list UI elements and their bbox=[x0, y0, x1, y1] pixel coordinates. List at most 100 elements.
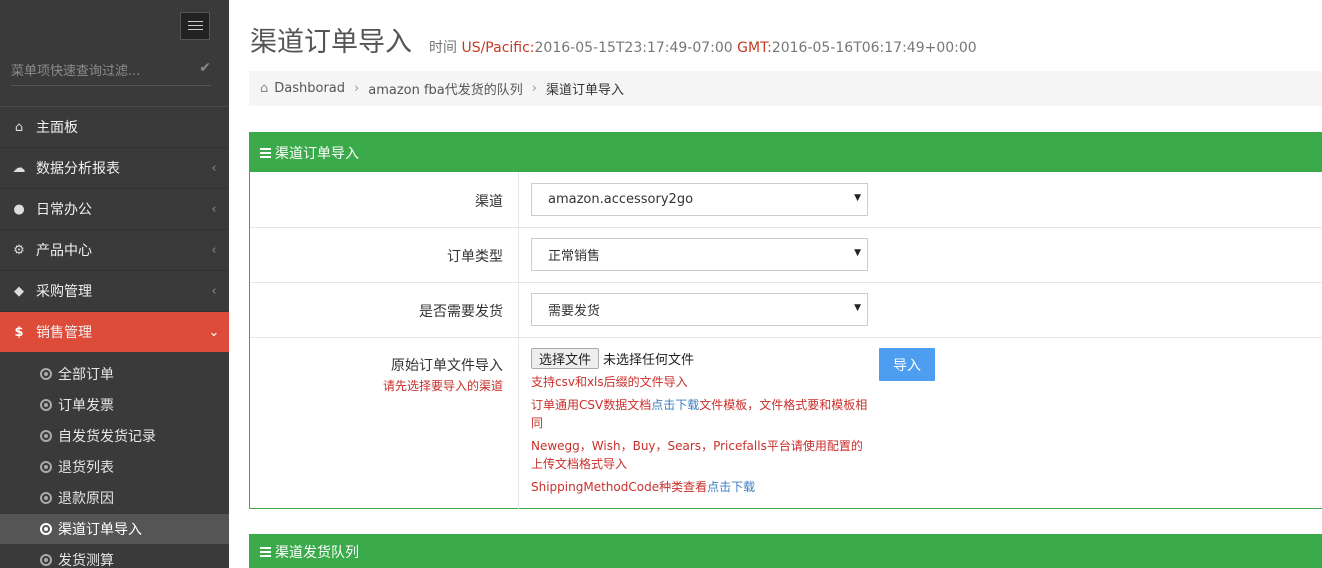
bars-icon bbox=[260, 545, 271, 559]
menu-filter: ✔ bbox=[11, 58, 211, 86]
circle-dot-icon bbox=[40, 492, 52, 504]
file-row: 原始订单文件导入 请先选择要导入的渠道 选择文件 未选择任何文件 导入 支持cs… bbox=[250, 338, 1322, 509]
breadcrumb-home-link[interactable]: Dashborad bbox=[274, 81, 345, 96]
file-label: 原始订单文件导入 bbox=[391, 358, 503, 374]
sidebar-subitem-label: 渠道订单导入 bbox=[58, 522, 142, 538]
chevron-left-icon: ‹ bbox=[211, 242, 217, 258]
sidebar-item-label: 主面板 bbox=[36, 120, 78, 136]
sidebar-item-dashboard[interactable]: ⌂ 主面板 bbox=[0, 107, 229, 148]
sidebar-item-sales[interactable]: $ 销售管理 ⌄ bbox=[0, 312, 229, 352]
sidebar-subitem-shipping-estimate[interactable]: 发货测算 bbox=[0, 545, 229, 568]
chevron-left-icon: ‹ bbox=[211, 283, 217, 299]
sidebar-item-label: 产品中心 bbox=[36, 243, 92, 259]
import-panel-header: 渠道订单导入 bbox=[250, 133, 1322, 172]
import-button[interactable]: 导入 bbox=[879, 348, 935, 381]
download-shipping-code-link[interactable]: 点击下载 bbox=[707, 480, 755, 494]
queue-panel: 渠道发货队列 bbox=[249, 534, 1322, 568]
file-status: 未选择任何文件 bbox=[603, 353, 695, 368]
import-panel-title: 渠道订单导入 bbox=[275, 145, 359, 162]
label-column: 订单类型 bbox=[250, 228, 519, 282]
home-icon: ⌂ bbox=[14, 119, 24, 135]
caret-down-icon: ▼ bbox=[854, 193, 861, 203]
sidebar-subitem-label: 订单发票 bbox=[58, 398, 114, 414]
chevron-left-icon: ‹ bbox=[211, 201, 217, 217]
hint-csv-text: 订单通用CSV数据文档 bbox=[531, 398, 652, 412]
file-sublabel: 请先选择要导入的渠道 bbox=[382, 379, 503, 393]
gmt-value: 2016-05-16T06:17:49+00:00 bbox=[771, 40, 977, 56]
sidebar-subitem-label: 全部订单 bbox=[58, 367, 114, 383]
label-column: 原始订单文件导入 请先选择要导入的渠道 bbox=[250, 338, 519, 509]
bars-icon bbox=[260, 146, 271, 160]
ship-select[interactable]: 需要发货 ▼ bbox=[531, 293, 868, 326]
sidebar-item-label: 采购管理 bbox=[36, 284, 92, 300]
hint-file-types: 支持csv和xls后缀的文件导入 bbox=[531, 375, 688, 389]
sidebar-item-purchasing[interactable]: ◆ 采购管理 ‹ bbox=[0, 271, 229, 312]
caret-down-icon: ▼ bbox=[854, 248, 861, 258]
page-title: 渠道订单导入 bbox=[250, 27, 412, 58]
sidebar-item-label: 数据分析报表 bbox=[36, 161, 120, 177]
sidebar: ✔ ⌂ 主面板 ☁ 数据分析报表 ‹ ● 日常办公 ‹ ⚙ 产品中心 ‹ ◆ 采… bbox=[0, 0, 229, 568]
timezone-label: US/Pacific: bbox=[461, 40, 535, 56]
sidebar-subitem-label: 自发货发货记录 bbox=[58, 429, 156, 445]
caret-down-icon: ▼ bbox=[854, 303, 861, 313]
sidebar-subitem-all-orders[interactable]: 全部订单 bbox=[0, 359, 229, 389]
sidebar-item-label: 日常办公 bbox=[36, 202, 92, 218]
breadcrumb: ⌂ Dashborad › amazon fba代发货的队列 › 渠道订单导入 bbox=[249, 71, 1322, 106]
circle-dot-icon bbox=[40, 368, 52, 380]
chevron-left-icon: ‹ bbox=[211, 160, 217, 176]
sidebar-subitem-self-ship-records[interactable]: 自发货发货记录 bbox=[0, 421, 229, 451]
chevron-right-icon: › bbox=[354, 81, 360, 96]
ship-label: 是否需要发货 bbox=[419, 304, 503, 320]
gmt-label: GMT: bbox=[737, 40, 772, 56]
hint-platforms: Newegg，Wish，Buy，Sears，Pricefalls平台请使用配置的… bbox=[531, 439, 863, 471]
circle-dot-icon bbox=[40, 554, 52, 566]
circle-dot-icon bbox=[40, 430, 52, 442]
sidebar-subitem-label: 退货列表 bbox=[58, 460, 114, 476]
check-icon[interactable]: ✔ bbox=[199, 60, 211, 76]
circle-dot-icon bbox=[40, 523, 52, 535]
sidebar-subitem-channel-import[interactable]: 渠道订单导入 bbox=[0, 514, 229, 544]
sidebar-subitem-returns[interactable]: 退货列表 bbox=[0, 452, 229, 482]
sidebar-subitem-refund-reasons[interactable]: 退款原因 bbox=[0, 483, 229, 513]
order-type-select-value: 正常销售 bbox=[548, 249, 601, 264]
order-type-label: 订单类型 bbox=[447, 249, 503, 265]
sidebar-item-label: 销售管理 bbox=[36, 325, 92, 341]
channel-row: 渠道 amazon.accessory2go ▼ bbox=[250, 172, 1322, 228]
timezone-value: 2016-05-15T23:17:49-07:00 bbox=[534, 40, 733, 56]
order-type-select[interactable]: 正常销售 ▼ bbox=[531, 238, 868, 271]
time-prefix: 时间 bbox=[429, 40, 457, 56]
cloud-icon: ☁ bbox=[12, 160, 26, 176]
sidebar-item-products[interactable]: ⚙ 产品中心 ‹ bbox=[0, 230, 229, 271]
chevron-right-icon: › bbox=[531, 81, 537, 96]
sidebar-item-office[interactable]: ● 日常办公 ‹ bbox=[0, 189, 229, 230]
sidebar-subitem-label: 退款原因 bbox=[58, 491, 114, 507]
circle-dot-icon bbox=[40, 399, 52, 411]
breadcrumb-current: 渠道订单导入 bbox=[545, 83, 624, 98]
breadcrumb-queue-link[interactable]: amazon fba代发货的队列 bbox=[368, 79, 523, 98]
sidebar-item-reports[interactable]: ☁ 数据分析报表 ‹ bbox=[0, 148, 229, 189]
ship-select-value: 需要发货 bbox=[548, 304, 601, 319]
import-panel: 渠道订单导入 渠道 amazon.accessory2go ▼ 订单类型 正常销… bbox=[249, 132, 1322, 509]
home-icon: ⌂ bbox=[260, 81, 269, 96]
download-template-link[interactable]: 点击下载 bbox=[651, 398, 699, 412]
hint-shipping-text: ShippingMethodCode种类查看 bbox=[531, 480, 708, 494]
label-column: 渠道 bbox=[250, 172, 519, 227]
main-content: 渠道订单导入 时间 US/Pacific:2016-05-15T23:17:49… bbox=[229, 0, 1322, 568]
channel-select[interactable]: amazon.accessory2go ▼ bbox=[531, 183, 868, 216]
circle-dot-icon bbox=[40, 461, 52, 473]
channel-label: 渠道 bbox=[475, 194, 503, 210]
dollar-icon: $ bbox=[14, 324, 24, 340]
label-column: 是否需要发货 bbox=[250, 283, 519, 337]
queue-panel-header: 渠道发货队列 bbox=[250, 535, 1322, 568]
cogs-icon: ⚙ bbox=[13, 242, 25, 258]
android-icon: ● bbox=[13, 201, 25, 217]
choose-file-button[interactable]: 选择文件 bbox=[531, 348, 600, 369]
menu-toggle-button[interactable] bbox=[180, 12, 210, 40]
sidebar-subitem-invoices[interactable]: 订单发票 bbox=[0, 390, 229, 420]
menu-filter-input[interactable] bbox=[11, 58, 186, 84]
hint-csv-template: 订单通用CSV数据文档点击下载文件模板，文件格式要和模板相同 bbox=[531, 396, 871, 432]
sidebar-subitem-label: 发货测算 bbox=[58, 553, 114, 568]
ship-row: 是否需要发货 需要发货 ▼ bbox=[250, 283, 1322, 338]
channel-select-value: amazon.accessory2go bbox=[548, 192, 694, 207]
order-type-row: 订单类型 正常销售 ▼ bbox=[250, 228, 1322, 283]
